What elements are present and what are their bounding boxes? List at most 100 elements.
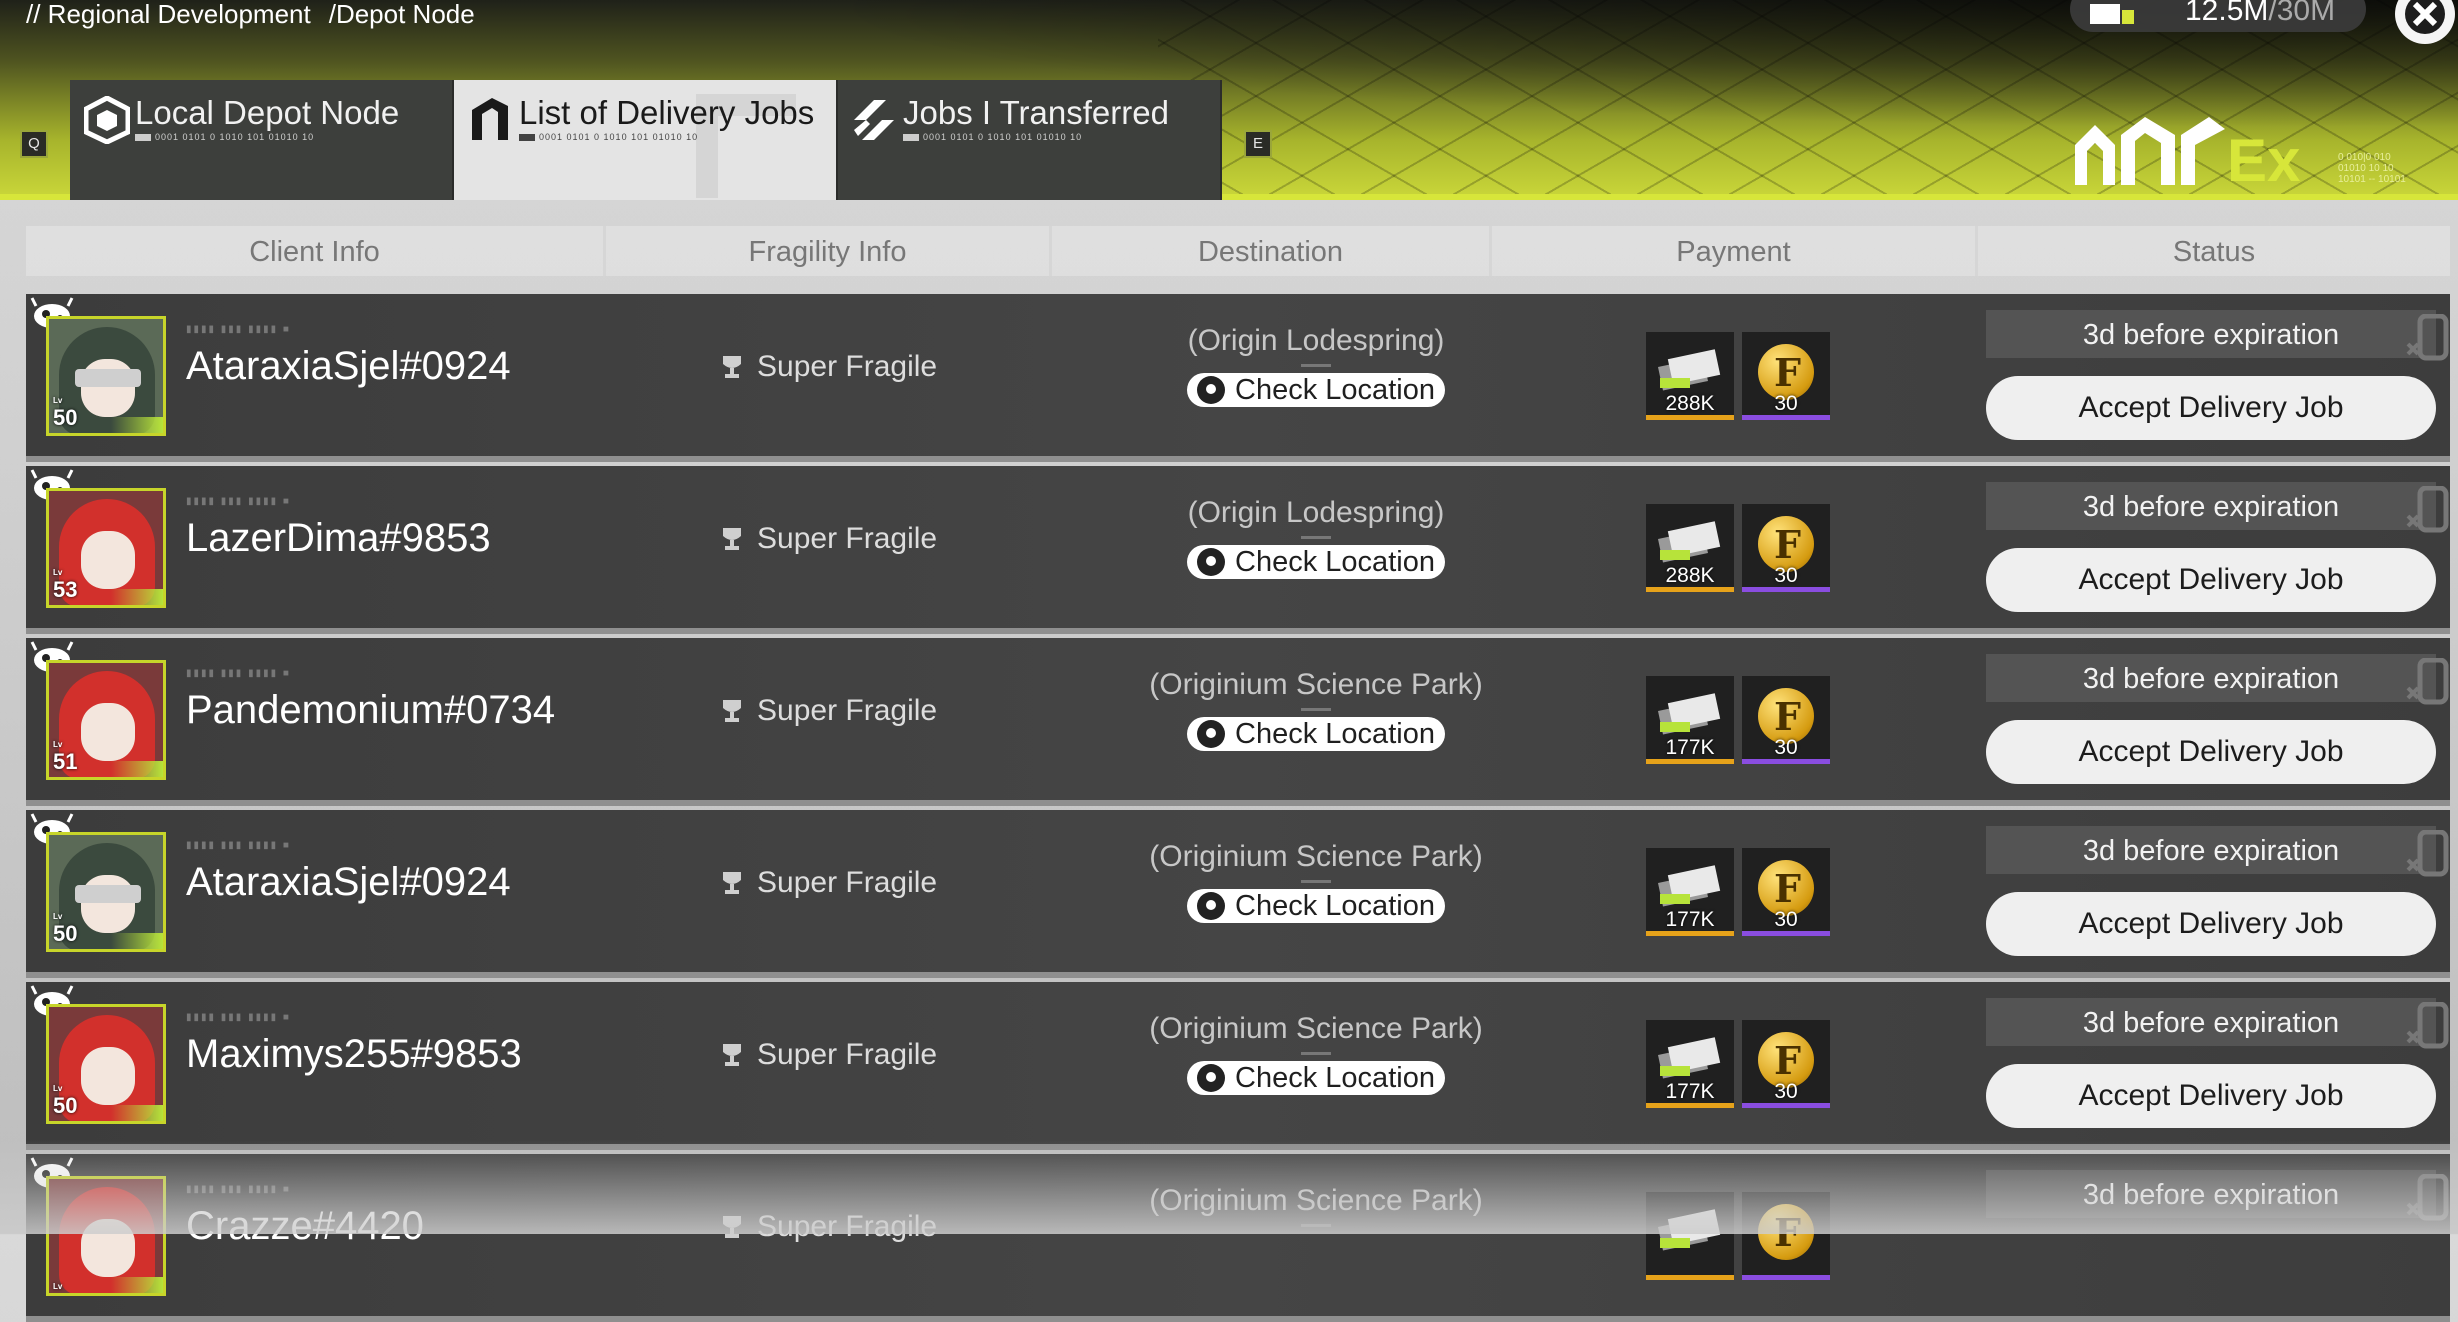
money-bills-icon (1658, 1037, 1721, 1079)
tab-local-depot-node[interactable]: Local Depot Node 0001 0101 0 1010 101 01… (70, 80, 454, 200)
payment-coin[interactable]: F 30 (1742, 1020, 1830, 1108)
tab-label: List of Delivery Jobs (519, 94, 815, 131)
payment-rarity-bar (1742, 931, 1830, 936)
check-location-label: Check Location (1235, 890, 1435, 922)
accept-delivery-job-button[interactable]: Accept Delivery Job (1986, 548, 2436, 612)
check-location-button[interactable]: Check Location (1187, 889, 1445, 923)
client-level: 51 (53, 741, 77, 775)
accept-delivery-job-button[interactable]: Accept Delivery Job (1986, 1064, 2436, 1128)
avatar[interactable]: 53 (46, 488, 166, 608)
check-location-label: Check Location (1235, 546, 1435, 578)
client-name: Crazze#4420 (186, 1204, 424, 1248)
payment-coin[interactable]: F 30 (1742, 504, 1830, 592)
payment-rarity-bar (1742, 587, 1830, 592)
payment-money[interactable]: 177K (1646, 676, 1734, 764)
tab-label: Local Depot Node (135, 94, 400, 131)
fragility-label: Super Fragile (757, 694, 938, 727)
fragility-label: Super Fragile (757, 522, 938, 555)
location-pin-icon (1197, 720, 1226, 748)
expiration-status: 3d before expiration (1986, 310, 2436, 358)
breadcrumb-depot: /Depot Node (328, 0, 475, 29)
destination-name: (Originium Science Park) (1149, 1012, 1483, 1045)
fragility-info: Super Fragile (721, 522, 937, 556)
client-code-decoration: ▮▮▮▮ ▮▮▮ ▮▮▮▮ ■ (186, 496, 291, 507)
fragility-info: Super Fragile (721, 866, 937, 900)
client-name: Pandemonium#0734 (186, 688, 556, 732)
capacity-current: 12.5M (2185, 0, 2269, 27)
check-location-button[interactable]: Check Location (1187, 373, 1445, 407)
money-bills-icon (1658, 349, 1721, 391)
fragility-info: Super Fragile (721, 1038, 937, 1072)
client-name: AtaraxiaSjel#0924 (186, 344, 511, 388)
header-banner: // Regional Development /Depot Node Q E … (0, 0, 2458, 200)
expiration-status: 3d before expiration (1986, 998, 2436, 1046)
location-pin-icon (1197, 892, 1226, 920)
client-name: LazerDima#9853 (186, 516, 491, 560)
money-bills-icon (1658, 693, 1721, 735)
hourglass-icon (2406, 486, 2449, 533)
payment-coin[interactable]: F (1742, 1192, 1830, 1280)
money-bills-icon (1658, 865, 1721, 907)
destination-info: (Originium Science Park) Check Location (1066, 840, 1566, 923)
payment-rarity-bar (1646, 415, 1734, 420)
destination-info: (Origin Lodespring) Check Location (1066, 496, 1566, 579)
check-location-label: Check Location (1235, 718, 1435, 750)
accept-delivery-job-button[interactable]: Accept Delivery Job (1986, 376, 2436, 440)
avatar-decoration (111, 933, 163, 949)
wine-glass-icon (723, 528, 741, 550)
table-row: 51 ▮▮▮▮ ▮▮▮ ▮▮▮▮ ■ Pandemonium#0734 Supe… (26, 638, 2450, 806)
payment-coin-amount: 30 (1774, 564, 1798, 587)
avatar[interactable]: 50 (46, 1004, 166, 1124)
payment-coin[interactable]: F 30 (1742, 676, 1830, 764)
payment-money[interactable]: 177K (1646, 1020, 1734, 1108)
payment-rarity-bar (1646, 587, 1734, 592)
destination-divider (1301, 364, 1331, 367)
check-location-button[interactable]: Check Location (1187, 717, 1445, 751)
breadcrumb-region: // Regional Development (26, 0, 311, 29)
payment-rarity-bar (1646, 759, 1734, 764)
destination-info: (Originium Science Park) Check Location (1066, 668, 1566, 751)
payment-money[interactable]: 288K (1646, 504, 1734, 592)
payment-money[interactable]: 177K (1646, 848, 1734, 936)
payment-rarity-bar (1742, 1103, 1830, 1108)
check-location-button[interactable]: Check Location (1187, 1061, 1445, 1095)
avatar-face (81, 1219, 135, 1277)
client-code-decoration: ▮▮▮▮ ▮▮▮ ▮▮▮▮ ■ (186, 1012, 291, 1023)
avatar-mask (75, 885, 141, 903)
avatar[interactable]: 50 (46, 316, 166, 436)
payment-rarity-bar (1742, 1275, 1830, 1280)
client-code-decoration: ▮▮▮▮ ▮▮▮ ▮▮▮▮ ■ (186, 840, 291, 851)
table-row: 50 ▮▮▮▮ ▮▮▮ ▮▮▮▮ ■ Maximys255#9853 Super… (26, 982, 2450, 1150)
location-pin-icon (1197, 548, 1226, 576)
wine-glass-icon (723, 356, 741, 378)
payment-coin[interactable]: F 30 (1742, 332, 1830, 420)
tab-jobs-i-transferred[interactable]: Jobs I Transferred 0001 0101 0 1010 101 … (838, 80, 1222, 200)
check-location-button[interactable]: Check Location (1187, 545, 1445, 579)
avatar-decoration (111, 1105, 163, 1121)
table-row: ▮▮▮▮ ▮▮▮ ▮▮▮▮ ■ Crazze#4420 Super Fragil… (26, 1154, 2450, 1322)
column-destination: Destination (1052, 226, 1492, 276)
avatar[interactable]: 51 (46, 660, 166, 780)
key-hint-q[interactable]: Q (20, 130, 48, 158)
client-level: 53 (53, 569, 77, 603)
avatar[interactable] (46, 1176, 166, 1296)
key-hint-e[interactable]: E (1244, 130, 1272, 158)
avatar[interactable]: 50 (46, 832, 166, 952)
destination-divider (1301, 1052, 1331, 1055)
client-code-decoration: ▮▮▮▮ ▮▮▮ ▮▮▮▮ ■ (186, 668, 291, 679)
payment-money[interactable] (1646, 1192, 1734, 1280)
accept-delivery-job-button[interactable]: Accept Delivery Job (1986, 720, 2436, 784)
accept-delivery-job-button[interactable]: Accept Delivery Job (1986, 892, 2436, 956)
payment-coin-amount: 30 (1774, 736, 1798, 759)
destination-divider (1301, 708, 1331, 711)
payment-coin[interactable]: F 30 (1742, 848, 1830, 936)
avatar-face (81, 531, 135, 589)
expiration-status: 3d before expiration (1986, 826, 2436, 874)
destination-divider (1301, 880, 1331, 883)
avatar-face (81, 359, 135, 417)
money-bills-icon (1658, 521, 1721, 563)
wine-glass-icon (723, 1216, 741, 1238)
payment-money[interactable]: 288K (1646, 332, 1734, 420)
check-location-label: Check Location (1235, 1062, 1435, 1094)
tab-list-of-delivery-jobs[interactable]: List of Delivery Jobs 0001 0101 0 1010 1… (454, 80, 838, 200)
